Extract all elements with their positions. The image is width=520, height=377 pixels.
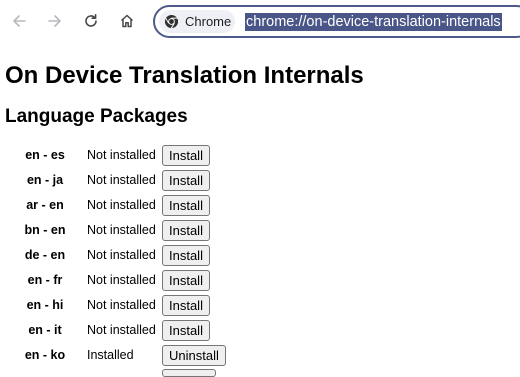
- chrome-logo-icon: [164, 14, 179, 29]
- package-row: en - fr Not installed Install: [0, 268, 260, 293]
- language-pair: bn - en: [24, 223, 66, 237]
- package-row: en - ja Not installed Install: [0, 168, 260, 193]
- package-row: ar - en Not installed Install: [0, 193, 260, 218]
- install-status: Not installed: [87, 223, 156, 237]
- reload-button[interactable]: [78, 8, 104, 34]
- forward-button[interactable]: [42, 8, 68, 34]
- install-button[interactable]: Install: [162, 295, 210, 316]
- package-row: bn - en Not installed Install: [0, 218, 260, 243]
- browser-toolbar: Chrome chrome://on-device-translation-in…: [0, 0, 520, 44]
- home-icon: [120, 14, 134, 28]
- language-pair: de - en: [24, 248, 66, 262]
- site-info-chip[interactable]: Chrome: [159, 10, 235, 33]
- package-row: en - it Not installed Install: [0, 318, 260, 343]
- arrow-right-icon: [48, 15, 61, 27]
- install-button[interactable]: Install: [162, 170, 210, 191]
- package-row: en - hi Not installed Install: [0, 293, 260, 318]
- install-status: Not installed: [87, 198, 156, 212]
- install-button[interactable]: Install: [162, 245, 210, 266]
- partial-button[interactable]: [162, 369, 216, 377]
- install-status: Not installed: [87, 248, 156, 262]
- package-row: en - es Not installed Install: [0, 143, 260, 168]
- section-heading: Language Packages: [5, 106, 188, 127]
- install-status: Not installed: [87, 148, 156, 162]
- install-button[interactable]: Install: [162, 220, 210, 241]
- install-status: Not installed: [87, 173, 156, 187]
- arrow-left-icon: [13, 15, 26, 27]
- package-row: en - ko Installed Uninstall: [0, 343, 260, 368]
- install-status: Installed: [87, 348, 134, 362]
- install-status: Not installed: [87, 323, 156, 337]
- language-pair: en - es: [25, 148, 65, 162]
- language-pair: en - ko: [24, 348, 66, 362]
- language-pair: en - ja: [26, 173, 64, 187]
- address-bar[interactable]: Chrome chrome://on-device-translation-in…: [153, 5, 520, 38]
- package-row: de - en Not installed Install: [0, 243, 260, 268]
- install-button[interactable]: Install: [162, 195, 210, 216]
- install-status: Not installed: [87, 298, 156, 312]
- reload-icon: [85, 14, 97, 27]
- install-button[interactable]: Install: [162, 145, 210, 166]
- chip-label: Chrome: [185, 14, 232, 29]
- home-button[interactable]: [114, 8, 140, 34]
- install-button[interactable]: Install: [162, 270, 210, 291]
- language-pair: en - it: [28, 323, 62, 337]
- back-button[interactable]: [6, 8, 32, 34]
- uninstall-button[interactable]: Uninstall: [162, 345, 226, 366]
- url-text[interactable]: chrome://on-device-translation-internals: [245, 13, 502, 31]
- language-pair: en - hi: [26, 298, 64, 312]
- page-title: On Device Translation Internals: [5, 62, 364, 89]
- install-button[interactable]: Install: [162, 320, 210, 341]
- language-pair: ar - en: [26, 198, 64, 212]
- install-status: Not installed: [87, 273, 156, 287]
- language-pair: en - fr: [27, 273, 63, 287]
